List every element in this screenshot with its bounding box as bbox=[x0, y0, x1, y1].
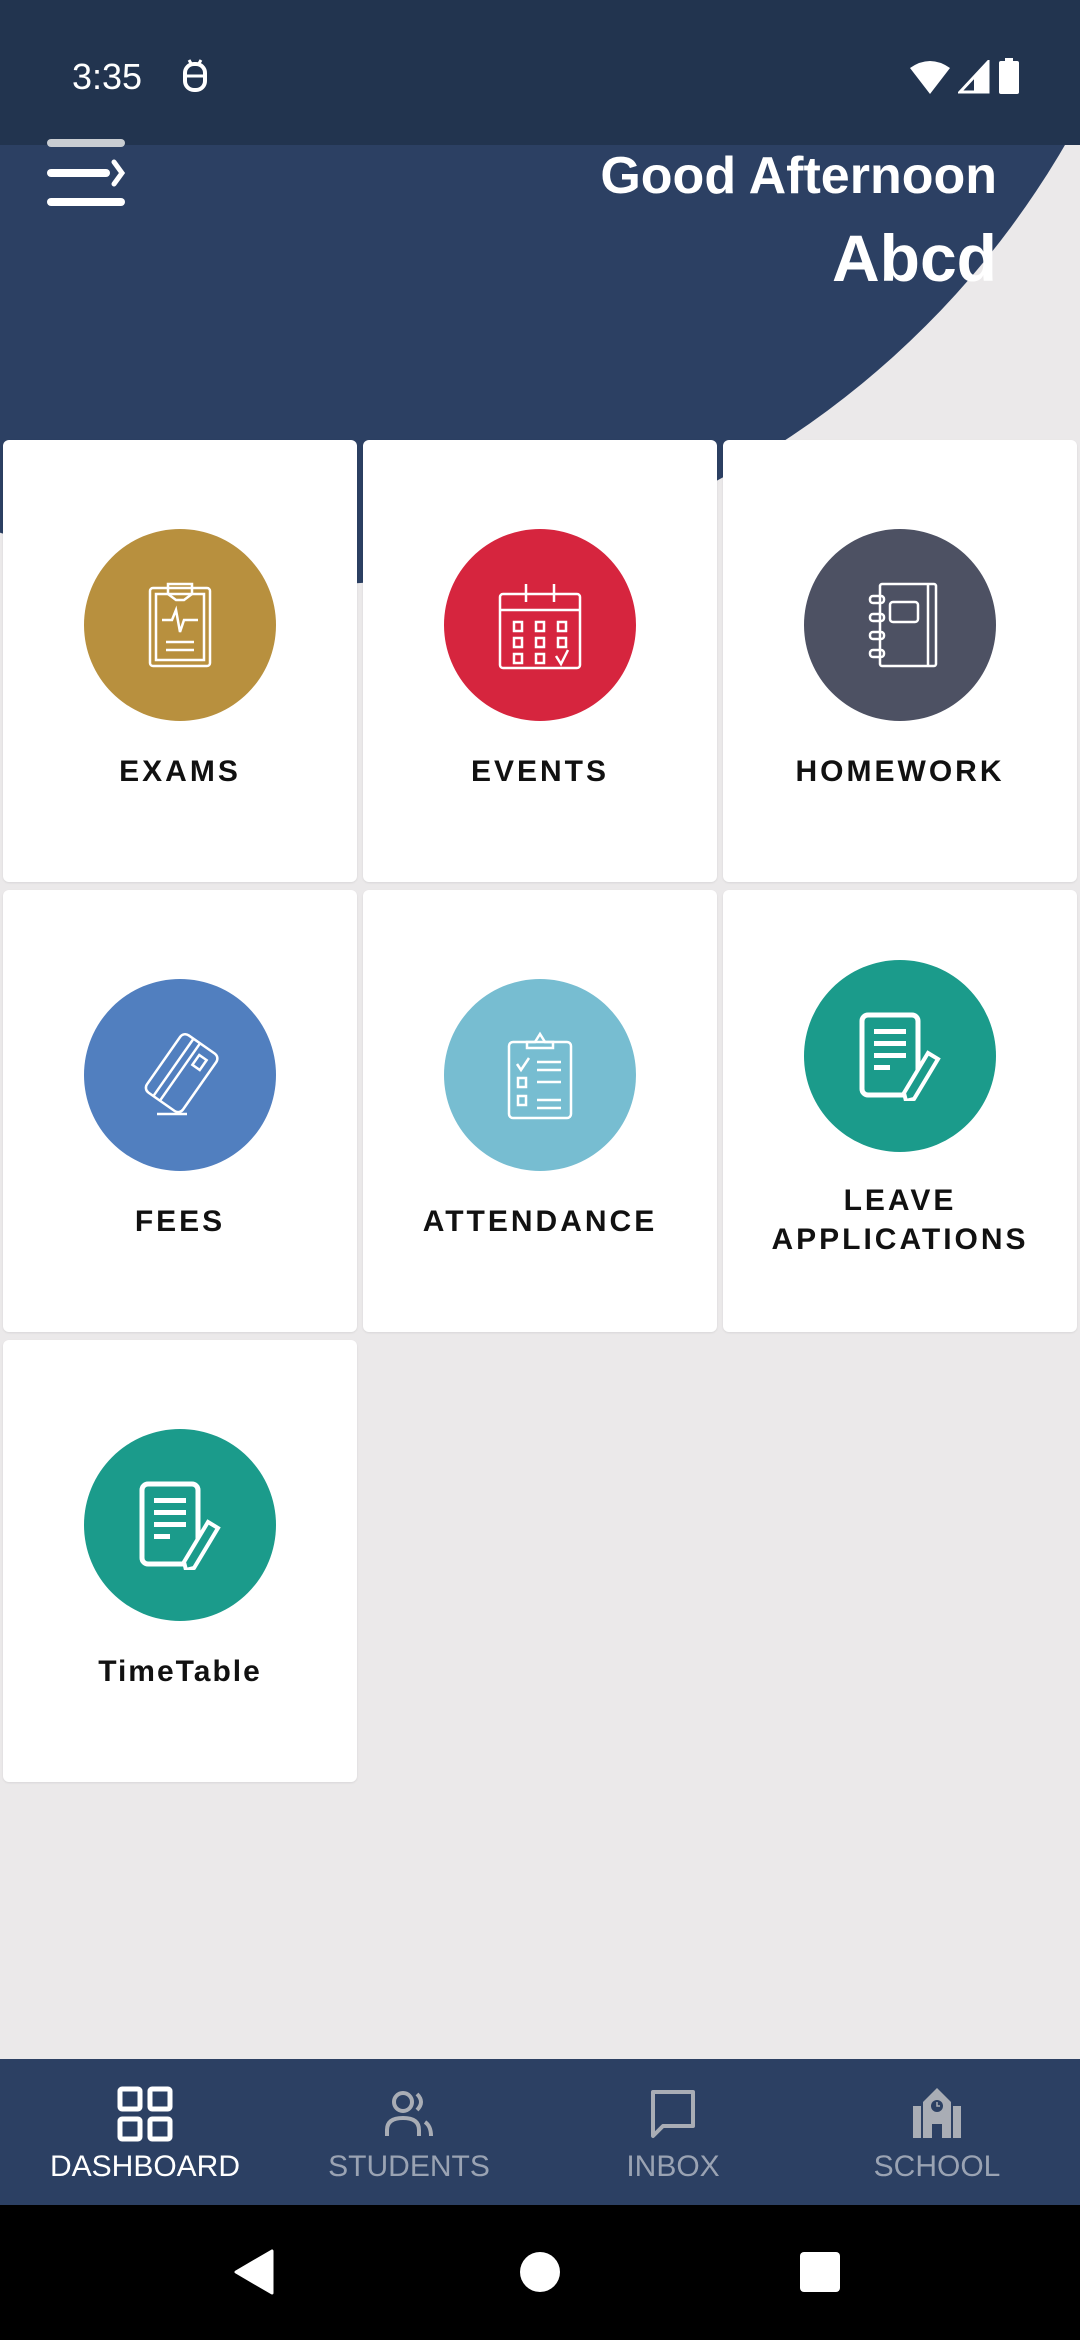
tile-label: HOMEWORK bbox=[795, 755, 1005, 788]
nav-dashboard[interactable]: DASHBOARD bbox=[10, 2059, 280, 2205]
signal-icon bbox=[958, 60, 990, 94]
tile-leave-applications[interactable]: LEAVE APPLICATIONS bbox=[723, 890, 1077, 1332]
tile-label: FEES bbox=[134, 1205, 226, 1238]
system-nav-bar bbox=[0, 2205, 1080, 2340]
nav-school[interactable]: SCHOOL bbox=[802, 2059, 1072, 2205]
document-edit-icon bbox=[139, 1481, 221, 1570]
tile-timetable[interactable]: TimeTable bbox=[3, 1340, 357, 1782]
tile-fees[interactable]: FEES bbox=[3, 890, 357, 1332]
menu-arrow-icon[interactable] bbox=[46, 138, 128, 208]
tile-label-line1: LEAVE bbox=[843, 1184, 957, 1217]
nav-label: INBOX bbox=[626, 2150, 720, 2183]
checklist-icon bbox=[507, 1031, 573, 1120]
status-bar: 3:35 bbox=[0, 0, 1080, 145]
clipboard-pulse-icon bbox=[148, 582, 212, 668]
status-time: 3:35 bbox=[72, 56, 143, 97]
tile-attendance[interactable]: ATTENDANCE bbox=[363, 890, 717, 1332]
school-icon bbox=[913, 2088, 961, 2138]
tile-label-line2: APPLICATIONS bbox=[771, 1223, 1029, 1256]
credit-card-icon bbox=[144, 1032, 219, 1116]
exams-icon-circle bbox=[84, 529, 276, 721]
greeting-text: Good Afternoon bbox=[600, 147, 997, 205]
chat-icon bbox=[651, 2090, 695, 2138]
back-icon[interactable] bbox=[234, 2249, 274, 2295]
nav-label: DASHBOARD bbox=[49, 2150, 241, 2183]
tile-exams[interactable]: EXAMS bbox=[3, 440, 357, 882]
grid-icon bbox=[117, 2086, 173, 2142]
tile-label: EXAMS bbox=[119, 755, 241, 788]
nav-inbox[interactable]: INBOX bbox=[538, 2059, 808, 2205]
home-icon[interactable] bbox=[519, 2251, 561, 2293]
notebook-icon bbox=[868, 582, 938, 668]
people-icon bbox=[385, 2091, 433, 2137]
debug-icon bbox=[183, 59, 207, 92]
nav-label: SCHOOL bbox=[873, 2150, 1001, 2183]
calendar-icon bbox=[498, 584, 582, 670]
document-edit-icon bbox=[859, 1012, 941, 1101]
tile-label: ATTENDANCE bbox=[422, 1205, 658, 1238]
timetable-icon-circle bbox=[84, 1429, 276, 1621]
nav-label: STUDENTS bbox=[328, 2150, 490, 2183]
attendance-icon-circle bbox=[444, 979, 636, 1171]
tile-homework[interactable]: HOMEWORK bbox=[723, 440, 1077, 882]
nav-students[interactable]: STUDENTS bbox=[274, 2059, 544, 2205]
homework-icon-circle bbox=[804, 529, 996, 721]
tile-label: EVENTS bbox=[470, 755, 610, 788]
bottom-nav: DASHBOARD STUDENTS INBOX SCHOOL bbox=[0, 2059, 1080, 2205]
leave-icon-circle bbox=[804, 960, 996, 1152]
user-name: Abcd bbox=[832, 221, 997, 295]
recents-icon[interactable] bbox=[799, 2251, 841, 2293]
tile-events[interactable]: EVENTS bbox=[363, 440, 717, 882]
events-icon-circle bbox=[444, 529, 636, 721]
fees-icon-circle bbox=[84, 979, 276, 1171]
tile-label: TimeTable bbox=[98, 1655, 262, 1688]
wifi-icon bbox=[910, 61, 950, 94]
battery-icon bbox=[999, 58, 1019, 94]
